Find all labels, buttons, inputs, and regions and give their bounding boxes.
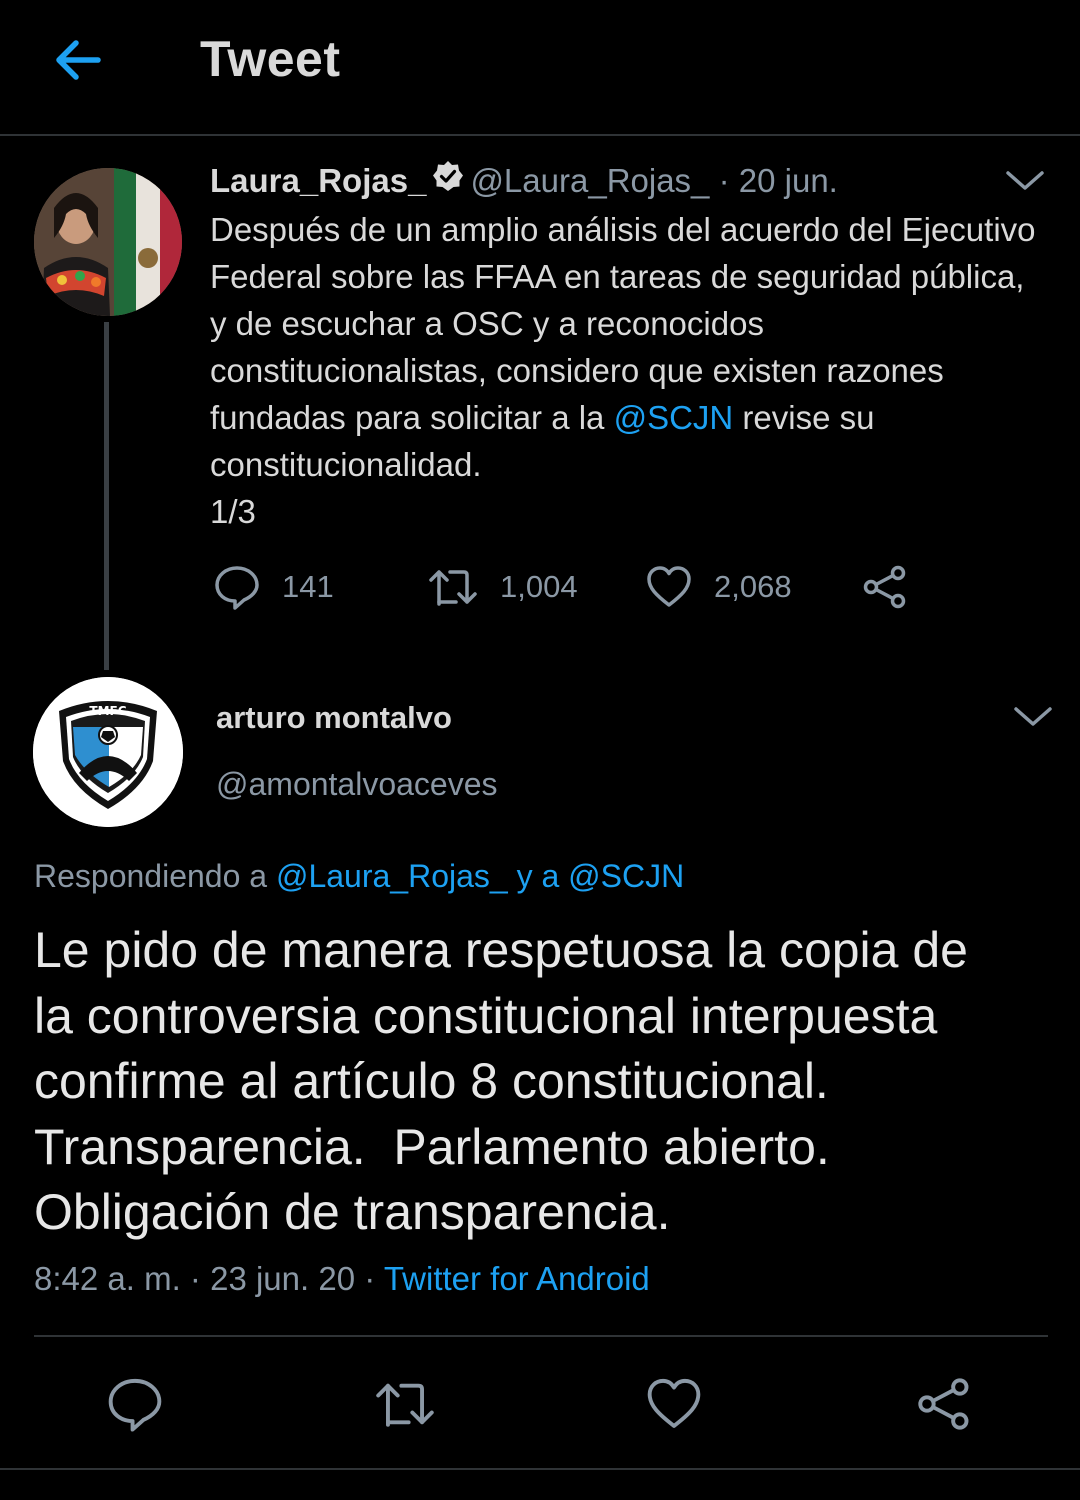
- replying-users-link[interactable]: @Laura_Rojas_ y a @SCJN: [276, 858, 684, 894]
- author-handle[interactable]: @Laura_Rojas_: [470, 162, 709, 199]
- like-button[interactable]: 2,068: [646, 564, 792, 610]
- top-bar: Tweet: [0, 0, 1080, 136]
- reply-tweet-text: Le pido de manera respetuosa la copia de…: [34, 918, 1054, 1246]
- reply-text-line: Le pido de manera respetuosa la copia de: [34, 922, 968, 978]
- meta-separator: ·: [189, 1260, 201, 1297]
- tmfc-logo-icon: TMFC: [33, 677, 183, 827]
- share-icon: [918, 1378, 969, 1430]
- tweet-options-button[interactable]: [1004, 168, 1046, 199]
- heart-icon: [647, 1378, 701, 1428]
- page-title: Tweet: [200, 31, 341, 87]
- share-action-button[interactable]: [916, 1376, 972, 1432]
- chevron-down-icon: [1014, 707, 1052, 726]
- back-button[interactable]: [48, 30, 108, 90]
- reply-text-line: la controversia constitucional interpues…: [34, 987, 938, 1044]
- thread-marker: 1/3: [210, 493, 256, 530]
- retweet-icon: [429, 570, 477, 606]
- meta-separator: ·: [364, 1260, 376, 1297]
- svg-text:TMFC: TMFC: [89, 704, 126, 718]
- reply-action-button[interactable]: [107, 1376, 163, 1432]
- share-icon: [863, 565, 906, 609]
- retweet-count: 1,004: [500, 569, 578, 604]
- reply-author-name[interactable]: arturo montalvo: [216, 700, 452, 736]
- retweet-icon: [376, 1383, 434, 1427]
- avatar-laura-rojas[interactable]: [34, 168, 182, 316]
- author-name[interactable]: Laura_Rojas_: [210, 162, 426, 199]
- tweet-page: Tweet Laura_Rojas_ @Laura_Rojas_ · 20 ju…: [0, 0, 1080, 1500]
- thread-connector: [104, 322, 109, 670]
- heart-icon: [647, 566, 691, 607]
- divider: [0, 1468, 1080, 1470]
- like-action-button[interactable]: [646, 1376, 702, 1432]
- reply-text-line: Transparencia. Parlamento abierto.: [34, 1118, 830, 1175]
- tweet-full-date: 23 jun. 20: [210, 1260, 356, 1297]
- reply-icon: [108, 1378, 162, 1432]
- tweet-timestamp: 8:42 a. m. · 23 jun. 20 · Twitter for An…: [34, 1260, 650, 1298]
- tweet-time: 8:42 a. m.: [34, 1260, 181, 1297]
- retweet-action-button[interactable]: [374, 1376, 436, 1432]
- reply-button[interactable]: 141: [214, 564, 334, 610]
- reply-author-handle[interactable]: @amontalvoaceves: [216, 766, 498, 803]
- replying-prefix: Respondiendo a: [34, 858, 276, 894]
- verified-badge-icon: [432, 160, 464, 200]
- reply-options-button[interactable]: [1012, 704, 1054, 735]
- reply-text-line: Obligación de transparencia.: [34, 1184, 671, 1240]
- meta-separator: ·: [718, 162, 730, 199]
- profile-photo-icon: [34, 168, 182, 316]
- reply-icon: [215, 566, 259, 610]
- tweet-text: Después de un amplio análisis del acuerd…: [210, 206, 1040, 535]
- share-button[interactable]: [862, 564, 908, 610]
- tweet-header: Laura_Rojas_ @Laura_Rojas_ · 20 jun.: [210, 160, 838, 203]
- replying-to: Respondiendo a @Laura_Rojas_ y a @SCJN: [34, 858, 684, 895]
- divider: [34, 1335, 1048, 1337]
- tweet-source-link[interactable]: Twitter for Android: [384, 1260, 650, 1297]
- arrow-left-icon: [56, 40, 101, 80]
- avatar-arturo-montalvo[interactable]: TMFC: [33, 677, 183, 827]
- reply-text-line: confirme al artículo 8 constitucional.: [34, 1053, 829, 1109]
- mention-link-scjn[interactable]: @SCJN: [614, 399, 734, 436]
- tweet-date[interactable]: 20 jun.: [739, 162, 838, 199]
- retweet-button[interactable]: 1,004: [428, 564, 578, 610]
- like-count: 2,068: [714, 569, 792, 604]
- chevron-down-icon: [1006, 171, 1044, 190]
- reply-count: 141: [282, 569, 334, 604]
